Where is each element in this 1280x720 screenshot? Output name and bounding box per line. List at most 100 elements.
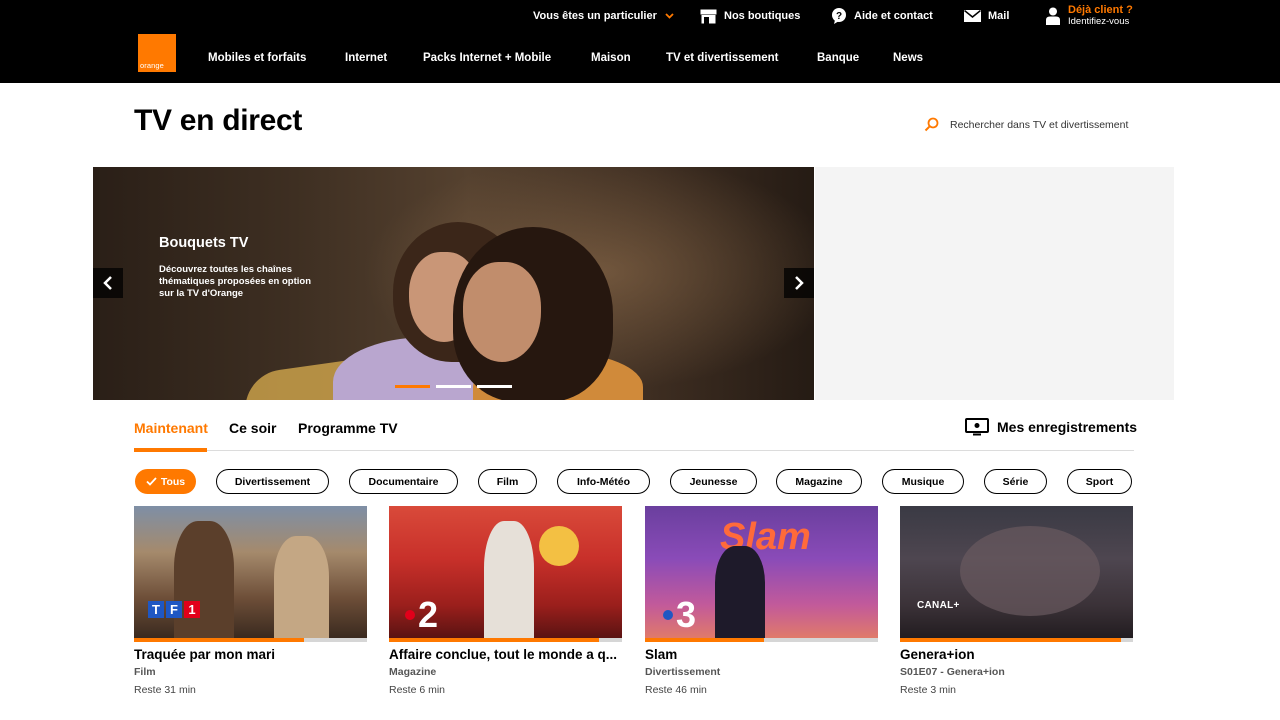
program-remaining: Reste 31 min	[134, 684, 196, 696]
mail-link[interactable]: Mail	[964, 0, 1009, 32]
svg-text:?: ?	[836, 11, 842, 22]
tf1-letter: 1	[184, 601, 200, 618]
carousel-dot[interactable]	[436, 385, 471, 388]
store-icon	[700, 9, 717, 23]
search-link[interactable]: Rechercher dans TV et divertissement	[924, 117, 1128, 132]
thumbnail-figure	[174, 521, 234, 638]
login-subtitle: Identifiez-vous	[1068, 16, 1130, 27]
check-icon	[146, 477, 157, 486]
program-thumbnail: Slam 3	[645, 506, 878, 638]
program-title: Slam	[645, 647, 678, 662]
filter-label: Divertissement	[234, 475, 311, 488]
hero-side-panel	[815, 167, 1174, 400]
chevron-right-icon	[795, 276, 804, 290]
tf1-letter: F	[166, 601, 182, 618]
stores-link[interactable]: Nos boutiques	[700, 0, 800, 32]
filter-chip-sport[interactable]: Sport	[1067, 469, 1132, 494]
login-link[interactable]: Déjà client ? Identifiez-vous	[1046, 3, 1133, 29]
program-card-canalplus[interactable]: CANAL+ Genera+ion S01E07 - Genera+ion Re…	[900, 506, 1133, 720]
progress-fill	[900, 638, 1122, 642]
tab-maintenant[interactable]: Maintenant	[134, 420, 208, 436]
program-genre: Film	[134, 666, 156, 678]
program-card-tf1[interactable]: TF1 Traquée par mon mari Film Reste 31 m…	[134, 506, 367, 720]
tf1-letter: T	[148, 601, 164, 618]
nav-mobiles[interactable]: Mobiles et forfaits	[208, 52, 306, 64]
france2-dot	[405, 610, 415, 620]
hero-image-person	[463, 262, 541, 362]
thumbnail-figure	[960, 526, 1100, 616]
progress-bar	[389, 638, 622, 642]
carousel-prev-button[interactable]	[93, 268, 123, 298]
thumbnail-prop	[539, 526, 579, 566]
chevron-left-icon	[103, 276, 112, 290]
login-title: Déjà client ?	[1068, 4, 1133, 16]
logo-text: orange	[140, 61, 164, 70]
mail-icon	[964, 10, 981, 22]
program-remaining: Reste 3 min	[900, 684, 957, 696]
nav-tv[interactable]: TV et divertissement	[666, 52, 778, 64]
top-header: Vous êtes un particulier Nos boutiques ?…	[0, 0, 1280, 83]
search-icon	[924, 117, 939, 132]
chevron-down-icon	[665, 13, 674, 19]
carousel-dot[interactable]	[395, 385, 430, 388]
program-card-france3[interactable]: Slam 3 Slam Divertissement Reste 46 min	[645, 506, 878, 720]
search-label: Rechercher dans TV et divertissement	[950, 118, 1129, 131]
program-thumbnail: 2	[389, 506, 622, 638]
filter-chip-documentaire[interactable]: Documentaire	[349, 469, 458, 494]
thumbnail-figure	[715, 546, 765, 638]
program-title: Affaire conclue, tout le monde a q...	[389, 647, 618, 662]
filter-label: Série	[1002, 475, 1029, 488]
carousel-next-button[interactable]	[784, 268, 814, 298]
filter-label: Magazine	[795, 475, 843, 488]
active-tab-indicator	[134, 448, 207, 452]
help-label: Aide et contact	[854, 10, 933, 22]
nav-news[interactable]: News	[893, 52, 923, 64]
help-contact-link[interactable]: ? Aide et contact	[831, 0, 933, 32]
filter-chip-tous[interactable]: Tous	[135, 469, 196, 494]
program-title: Genera+ion	[900, 647, 975, 662]
filter-chip-serie[interactable]: Série	[984, 469, 1047, 494]
nav-banque[interactable]: Banque	[817, 52, 859, 64]
thumbnail-figure	[484, 521, 534, 638]
progress-bar	[134, 638, 367, 642]
tab-programme-tv[interactable]: Programme TV	[298, 420, 398, 436]
program-remaining: Reste 46 min	[645, 684, 707, 696]
filter-chip-jeunesse[interactable]: Jeunesse	[670, 469, 757, 494]
filter-chip-divertissement[interactable]: Divertissement	[216, 469, 329, 494]
tv-recording-icon	[965, 418, 989, 436]
tab-ce-soir[interactable]: Ce soir	[229, 420, 276, 436]
france3-number: 3	[676, 594, 697, 635]
channel-logo-france2: 2	[405, 594, 438, 636]
carousel-dot[interactable]	[477, 385, 512, 388]
filter-chip-film[interactable]: Film	[478, 469, 537, 494]
channel-logo-tf1: TF1	[148, 601, 200, 618]
program-genre: Divertissement	[645, 666, 721, 678]
filter-chip-musique[interactable]: Musique	[882, 469, 964, 494]
filter-label: Tous	[160, 475, 186, 488]
nav-maison[interactable]: Maison	[591, 52, 631, 64]
filter-label: Documentaire	[368, 475, 439, 488]
mail-label: Mail	[988, 10, 1010, 22]
customer-type-selector[interactable]: Vous êtes un particulier	[533, 0, 674, 32]
nav-packs[interactable]: Packs Internet + Mobile	[423, 52, 551, 64]
nav-internet[interactable]: Internet	[345, 52, 387, 64]
orange-logo[interactable]: orange	[138, 34, 176, 72]
filter-chip-info-meteo[interactable]: Info-Météo	[557, 469, 650, 494]
progress-fill	[645, 638, 764, 642]
progress-bar	[900, 638, 1133, 642]
channel-logo-canalplus: CANAL+	[917, 600, 960, 611]
help-bubble-icon: ?	[832, 8, 846, 24]
channel-logo-france3: 3	[663, 594, 696, 636]
france2-number: 2	[418, 594, 439, 635]
recordings-link[interactable]: Mes enregistrements	[965, 418, 1137, 436]
program-card-france2[interactable]: 2 Affaire conclue, tout le monde a q... …	[389, 506, 622, 720]
stores-label: Nos boutiques	[724, 10, 801, 22]
filter-chip-magazine[interactable]: Magazine	[776, 469, 862, 494]
program-thumbnail: CANAL+	[900, 506, 1133, 638]
login-text: Déjà client ? Identifiez-vous	[1068, 4, 1133, 28]
filter-label: Jeunesse	[689, 475, 738, 488]
progress-fill	[389, 638, 599, 642]
program-remaining: Reste 6 min	[389, 684, 446, 696]
customer-type-label: Vous êtes un particulier	[533, 10, 657, 22]
progress-bar	[645, 638, 878, 642]
